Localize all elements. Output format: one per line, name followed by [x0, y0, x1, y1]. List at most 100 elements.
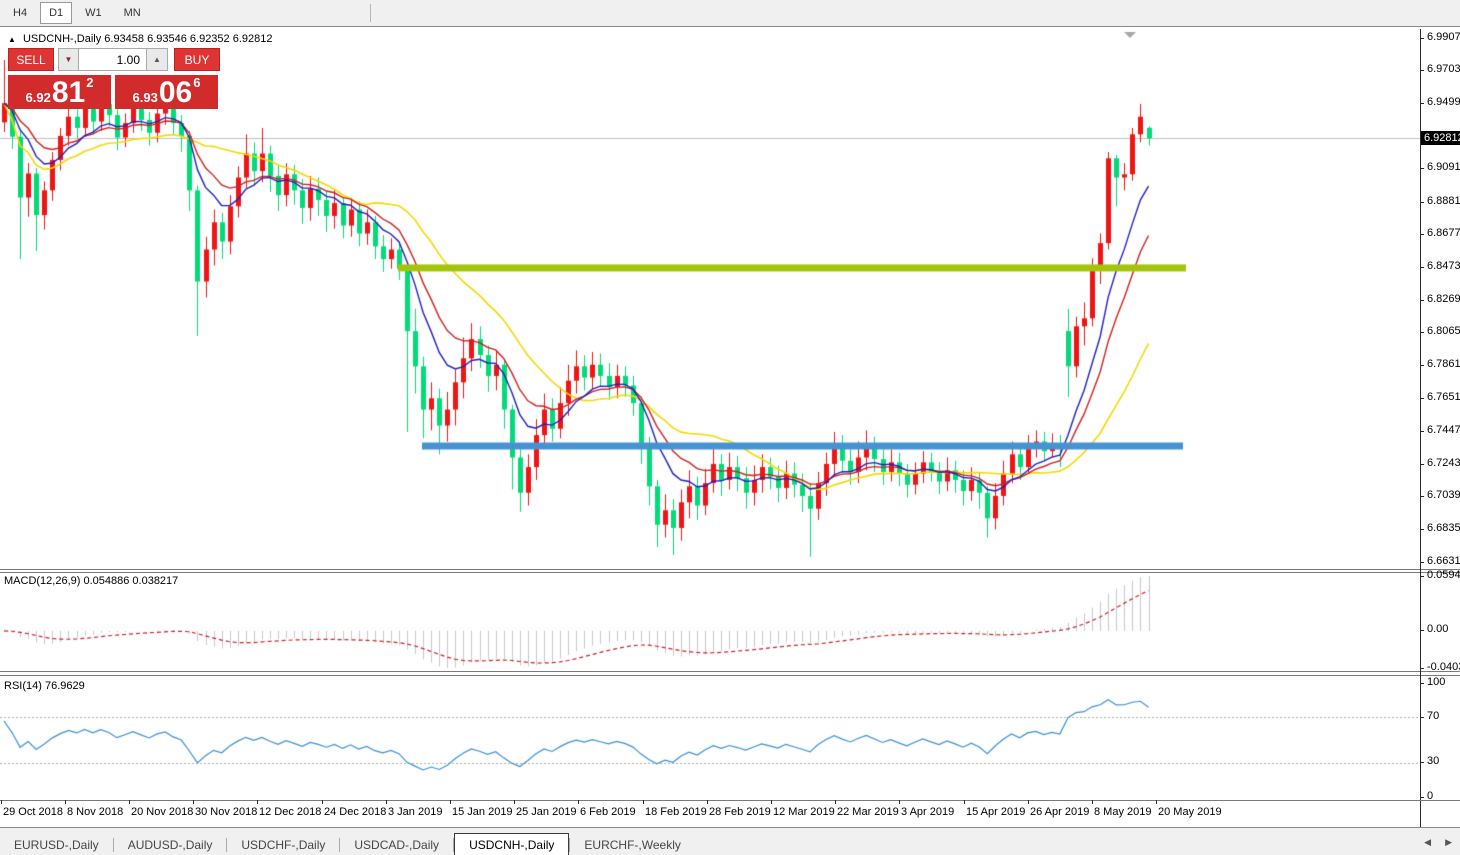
date-axis-tick	[771, 800, 772, 804]
price-axis-tick	[1420, 496, 1424, 497]
date-axis-label: 26 Apr 2019	[1030, 806, 1090, 818]
date-axis-label: 3 Jan 2019	[388, 806, 443, 818]
rsi-axis-tick	[1420, 717, 1424, 718]
chart-tab-bar: EURUSD-,Daily AUDUSD-,Daily USDCHF-,Daily U…	[0, 827, 1460, 855]
price-axis-label: 6.90910	[1427, 161, 1460, 173]
date-axis-tick	[257, 800, 258, 804]
price-axis-tick	[1420, 365, 1424, 366]
macd-axis-tick	[1420, 630, 1424, 631]
rsi-axis-label: 30	[1427, 755, 1440, 767]
date-axis-label: 12 Dec 2018	[259, 806, 322, 818]
date-axis-label: 25 Jan 2019	[516, 806, 577, 818]
price-axis-label: 6.66310	[1427, 555, 1460, 567]
date-axis-tick	[1, 800, 2, 804]
timeframe-button-mn[interactable]: MN	[115, 2, 150, 24]
current-price-tag: 6.92812	[1421, 131, 1460, 145]
toolbar-separator	[369, 4, 371, 22]
buy-price-box[interactable]: 6.93 06 6	[115, 75, 218, 109]
volume-up-icon[interactable]: ▲	[147, 48, 168, 71]
chart-tab-eurchf[interactable]: EURCHF-,Weekly	[570, 835, 694, 855]
price-axis-label: 6.68350	[1427, 522, 1460, 534]
price-axis-label: 6.97030	[1427, 63, 1460, 75]
buy-button[interactable]: BUY	[174, 48, 220, 71]
collapse-triangle-icon[interactable]: ▲	[8, 35, 16, 44]
price-axis-tick	[1420, 168, 1424, 169]
price-axis-label: 6.80650	[1427, 325, 1460, 337]
date-axis-tick	[450, 800, 451, 804]
buy-price-sup: 6	[193, 75, 201, 90]
sell-price-box[interactable]: 6.92 81 2	[8, 75, 111, 109]
tab-scroll-left-icon[interactable]: ◀	[1424, 837, 1431, 848]
price-axis-label: 6.70390	[1427, 489, 1460, 501]
price-axis-tick	[1420, 267, 1424, 268]
date-axis-label: 15 Apr 2019	[966, 806, 1026, 818]
date-axis-label: 8 Nov 2018	[67, 806, 124, 818]
timeframe-button-d1[interactable]: D1	[40, 2, 73, 24]
macd-indicator-canvas[interactable]	[0, 573, 1420, 671]
tab-scroll-arrows: ◀ ▶	[1424, 837, 1452, 848]
sell-button[interactable]: SELL	[8, 48, 54, 71]
date-axis-tick	[65, 800, 66, 804]
date-axis-label: 29 Oct 2018	[3, 806, 63, 818]
date-axis-tick	[1156, 800, 1157, 804]
price-chart-canvas[interactable]	[0, 29, 1420, 569]
terminal-window: H4 D1 W1 MN ▲ USDCNH-,Daily 6.93458 6.93546…	[0, 0, 1460, 855]
date-axis-label: 20 May 2019	[1158, 806, 1222, 818]
price-axis-label: 6.94990	[1427, 96, 1460, 108]
macd-axis-tick	[1420, 576, 1424, 577]
price-axis-tick	[1420, 300, 1424, 301]
rsi-axis-label: 100	[1427, 676, 1446, 688]
volume-input[interactable]	[79, 48, 147, 71]
timeframe-button-w1[interactable]: W1	[76, 2, 111, 24]
chart-tab-usdchf[interactable]: USDCHF-,Daily	[227, 835, 339, 855]
date-axis-tick	[129, 800, 130, 804]
date-axis-label: 20 Nov 2018	[131, 806, 194, 818]
main-macd-splitter[interactable]	[0, 569, 1460, 573]
date-axis-tick	[899, 800, 900, 804]
date-axis-tick	[964, 800, 965, 804]
chart-tab-usdcnh[interactable]: USDCNH-,Daily	[454, 833, 570, 855]
buy-price-big: 06	[158, 76, 193, 109]
date-axis-tick	[322, 800, 323, 804]
rsi-axis-tick	[1420, 762, 1424, 763]
macd-axis-label: -0.040371	[1427, 661, 1460, 673]
price-axis-tick	[1420, 234, 1424, 235]
one-click-trading-widget: SELL ▼ ▲ BUY 6.92 81 2 6.93 06 6	[8, 48, 222, 109]
date-axis-label: 28 Feb 2019	[709, 806, 771, 818]
price-axis-tick	[1420, 562, 1424, 563]
price-axis-label: 6.74470	[1427, 424, 1460, 436]
date-axis-tick	[386, 800, 387, 804]
symbol-info-header: ▲ USDCNH-,Daily 6.93458 6.93546 6.92352 …	[8, 33, 272, 45]
sell-price-big: 81	[51, 76, 86, 109]
date-axis-label: 22 Mar 2019	[837, 806, 899, 818]
rsi-axis-label: 0	[1427, 790, 1434, 802]
timeframe-button-h4[interactable]: H4	[4, 2, 36, 24]
price-axis-label: 6.86770	[1427, 227, 1460, 239]
rsi-indicator-canvas[interactable]	[0, 677, 1420, 800]
price-axis-tick	[1420, 398, 1424, 399]
macd-axis-label: 0.00	[1427, 623, 1449, 635]
tab-scroll-right-icon[interactable]: ▶	[1445, 837, 1452, 848]
timeframe-toolbar: H4 D1 W1 MN	[0, 0, 1460, 27]
macd-rsi-splitter[interactable]	[0, 671, 1460, 676]
price-axis-label: 6.72430	[1427, 457, 1460, 469]
chart-tabs: EURUSD-,Daily AUDUSD-,Daily USDCHF-,Daily U…	[0, 833, 695, 855]
price-axis-tick	[1420, 38, 1424, 39]
price-axis-tick	[1420, 70, 1424, 71]
price-axis-label: 6.84730	[1427, 260, 1460, 272]
date-axis-label: 15 Jan 2019	[452, 806, 513, 818]
volume-down-icon[interactable]: ▼	[58, 48, 79, 71]
buy-price-small: 6.93	[132, 90, 158, 105]
chart-tab-audusd[interactable]: AUDUSD-,Daily	[114, 835, 227, 855]
chart-tab-usdcad[interactable]: USDCAD-,Daily	[340, 835, 453, 855]
date-axis-label: 24 Dec 2018	[324, 806, 387, 818]
sell-price-sup: 2	[86, 75, 94, 90]
price-axis-label: 6.99070	[1427, 31, 1460, 43]
macd-axis-tick	[1420, 668, 1424, 669]
date-axis-label: 6 Feb 2019	[580, 806, 636, 818]
date-axis-border	[0, 800, 1460, 801]
chart-tab-eurusd[interactable]: EURUSD-,Daily	[0, 835, 113, 855]
date-axis-tick	[193, 800, 194, 804]
date-axis-tick	[643, 800, 644, 804]
date-axis-tick	[578, 800, 579, 804]
